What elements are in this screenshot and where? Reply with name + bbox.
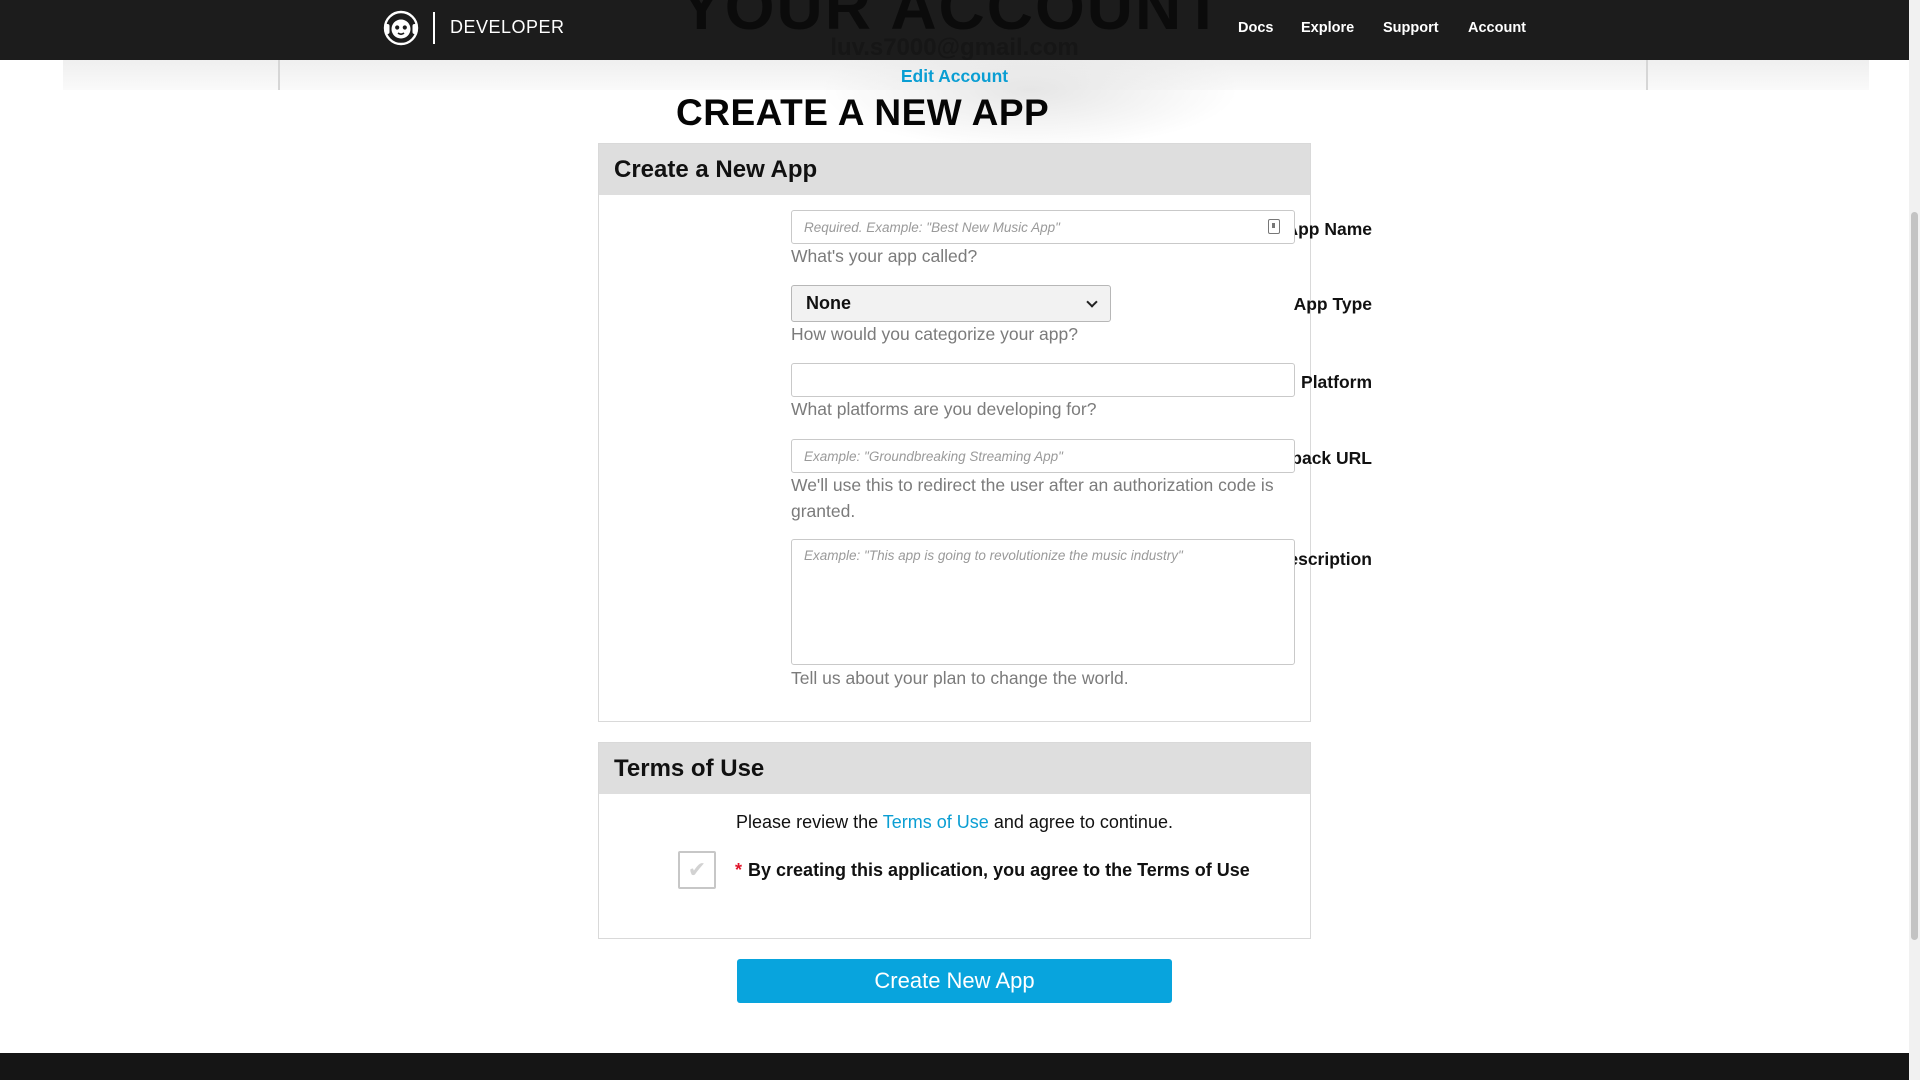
- required-asterisk: *: [735, 860, 743, 880]
- terms-review-prefix: Please review the: [736, 812, 883, 832]
- create-app-panel-title: Create a New App: [599, 144, 1310, 195]
- platform-help: What platforms are you developing for?: [791, 399, 1097, 419]
- app-name-help: What's your app called?: [791, 246, 978, 266]
- app-name-input[interactable]: [791, 210, 1295, 244]
- agree-terms-text: By creating this application, you agree …: [748, 860, 1250, 880]
- agree-terms-label: * By creating this application, you agree…: [735, 860, 1250, 881]
- agree-terms-checkbox[interactable]: ✔: [678, 851, 716, 889]
- terms-review-text: Please review the Terms of Use and agree…: [598, 812, 1311, 833]
- platform-input[interactable]: [791, 363, 1295, 397]
- scrollbar-thumb[interactable]: [1911, 212, 1918, 940]
- platform-label: Platform: [1301, 372, 1372, 392]
- terms-review-suffix: and agree to continue.: [988, 812, 1173, 832]
- page-footer: [0, 1053, 1909, 1080]
- terms-of-use-link[interactable]: Terms of Use: [883, 812, 989, 832]
- password-manager-icon[interactable]: [1268, 219, 1280, 234]
- terms-panel: Terms of Use: [598, 742, 1311, 939]
- terms-panel-title: Terms of Use: [599, 743, 1310, 794]
- account-email: luv.s7000@gmail.com: [830, 34, 1079, 61]
- page-scrollbar[interactable]: [1909, 0, 1920, 1080]
- edit-account-link[interactable]: Edit Account: [0, 66, 1909, 87]
- page-title: CREATE A NEW APP: [676, 92, 1050, 133]
- description-help: Tell us about your plan to change the wo…: [791, 668, 1129, 688]
- app-type-select[interactable]: None: [791, 285, 1111, 322]
- app-name-label: App Name: [1285, 219, 1372, 239]
- chevron-down-icon: [1086, 296, 1098, 308]
- create-new-app-button[interactable]: Create New App: [737, 959, 1172, 1003]
- app-type-help: How would you categorize your app?: [791, 324, 1078, 344]
- callback-url-help: We'll use this to redirect the user afte…: [791, 475, 1274, 521]
- callback-url-input[interactable]: [791, 439, 1295, 473]
- checkmark-icon: ✔: [687, 857, 707, 882]
- app-type-selected-value: None: [806, 293, 851, 313]
- app-type-label: App Type: [1293, 294, 1372, 314]
- description-textarea[interactable]: [791, 539, 1295, 665]
